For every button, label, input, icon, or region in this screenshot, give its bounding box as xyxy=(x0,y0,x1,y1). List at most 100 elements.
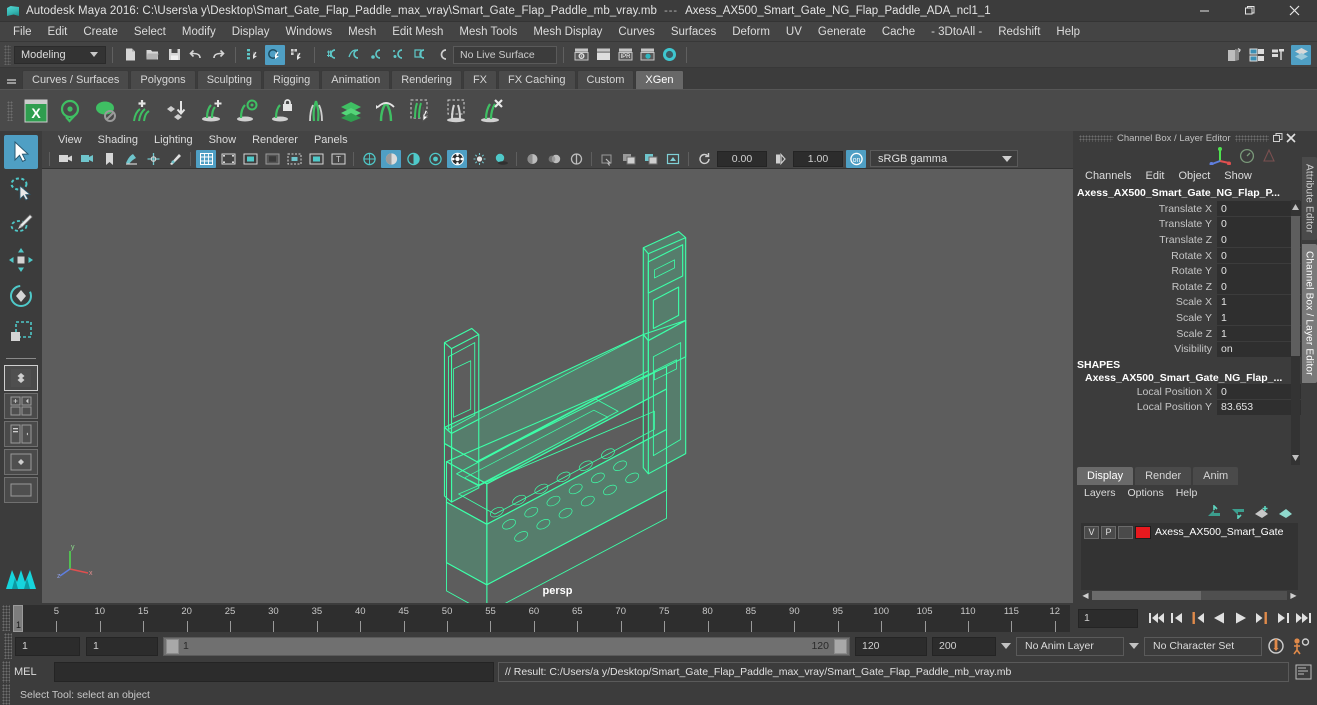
select-by-component-button[interactable] xyxy=(287,45,307,65)
xgen-preview-icon[interactable] xyxy=(54,94,87,127)
open-scene-button[interactable] xyxy=(142,45,162,65)
help-line-grip[interactable] xyxy=(2,684,10,705)
channel-value-field[interactable]: 0 xyxy=(1217,201,1301,217)
layer-name[interactable]: Axess_AX500_Smart_Gate xyxy=(1155,526,1283,538)
layer-menu-help[interactable]: Help xyxy=(1170,485,1204,502)
range-handle-left[interactable] xyxy=(166,638,179,654)
channel-value-field[interactable]: 0 xyxy=(1217,216,1301,232)
layer-list-horizontal-scrollbar[interactable]: ◀ ▶ xyxy=(1081,590,1298,601)
layer-type-toggle[interactable] xyxy=(1118,525,1133,539)
close-panel-button[interactable] xyxy=(1286,132,1297,144)
layout-persp-outliner-button[interactable] xyxy=(4,421,38,447)
menu-edit-mesh[interactable]: Edit Mesh xyxy=(384,22,451,42)
safe-action-icon[interactable] xyxy=(306,150,326,168)
dock-tab-attribute-editor[interactable]: Attribute Editor xyxy=(1301,157,1317,241)
viewport-menu-view[interactable]: View xyxy=(50,131,90,149)
shelf-tab-rigging[interactable]: Rigging xyxy=(262,70,321,89)
channel-box-scrollbar[interactable] xyxy=(1291,200,1300,465)
range-start-time-field[interactable]: 1 xyxy=(86,636,158,656)
range-slider-grip[interactable] xyxy=(4,633,12,659)
play-backwards-button[interactable] xyxy=(1210,608,1229,628)
animation-start-time-field[interactable]: 1 xyxy=(15,636,80,656)
menu-select[interactable]: Select xyxy=(126,22,174,42)
hypershade-button[interactable] xyxy=(659,45,679,65)
live-surface-field[interactable]: No Live Surface xyxy=(453,45,557,64)
play-forwards-button[interactable] xyxy=(1231,608,1250,628)
move-layer-down-icon[interactable] xyxy=(1227,504,1247,520)
viewport-menu-renderer[interactable]: Renderer xyxy=(244,131,306,149)
menu-mesh-display[interactable]: Mesh Display xyxy=(525,22,610,42)
step-back-keyframe-button[interactable] xyxy=(1168,608,1187,628)
step-back-frame-button[interactable] xyxy=(1189,608,1208,628)
lasso-select-tool-button[interactable] xyxy=(4,171,38,205)
viewport-snapshot-icon[interactable] xyxy=(663,150,683,168)
speed-gauge-icon[interactable] xyxy=(1239,148,1255,164)
shelf-tab-xgen[interactable]: XGen xyxy=(635,70,684,89)
command-input-field[interactable] xyxy=(54,662,494,682)
image-plane-icon[interactable] xyxy=(121,150,141,168)
channel-box-menu-channels[interactable]: Channels xyxy=(1078,167,1138,186)
channel-value-field[interactable]: 0 xyxy=(1217,232,1301,248)
time-slider-grip[interactable] xyxy=(2,605,10,631)
scroll-up-arrow-icon[interactable] xyxy=(1291,200,1300,214)
select-primitives-icon[interactable] xyxy=(404,94,437,127)
xray-active-components-icon[interactable] xyxy=(641,150,661,168)
go-to-start-button[interactable] xyxy=(1147,608,1166,628)
multisample-icon[interactable] xyxy=(566,150,586,168)
channel-value-field[interactable]: 1 xyxy=(1217,326,1301,342)
render-current-frame-button[interactable] xyxy=(593,45,613,65)
new-scene-button[interactable] xyxy=(120,45,140,65)
gamma-reset-icon[interactable] xyxy=(770,150,790,168)
script-editor-button[interactable] xyxy=(1291,662,1315,682)
scroll-left-arrow-icon[interactable]: ◀ xyxy=(1081,591,1090,600)
range-end-time-field[interactable]: 120 xyxy=(855,636,927,656)
xgen-disable-preview-icon[interactable] xyxy=(89,94,122,127)
panel-grip-icon-right[interactable] xyxy=(1234,134,1269,142)
menu-display[interactable]: Display xyxy=(224,22,278,42)
layer-tab-display[interactable]: Display xyxy=(1077,466,1134,485)
animation-preferences-button[interactable] xyxy=(1290,636,1312,656)
layer-visibility-toggle[interactable]: V xyxy=(1084,525,1099,539)
status-line-grip[interactable] xyxy=(4,44,11,65)
scroll-right-arrow-icon[interactable]: ▶ xyxy=(1289,591,1298,600)
attribute-editor-toggle-button[interactable] xyxy=(1247,45,1267,65)
shadows-icon[interactable] xyxy=(491,150,511,168)
layout-four-view-button[interactable] xyxy=(4,393,38,419)
grease-pencil-icon[interactable] xyxy=(165,150,185,168)
import-description-icon[interactable] xyxy=(159,94,192,127)
menu-windows[interactable]: Windows xyxy=(277,22,340,42)
new-layer-icon[interactable] xyxy=(1251,504,1271,520)
select-tool-button[interactable] xyxy=(4,135,38,169)
tool-settings-toggle-button[interactable] xyxy=(1269,45,1289,65)
range-slider-bar[interactable]: 1 120 xyxy=(163,636,850,656)
select-camera-icon[interactable] xyxy=(55,150,75,168)
title-safe-icon[interactable]: T xyxy=(328,150,348,168)
groom-layers-icon[interactable] xyxy=(334,94,367,127)
snap-to-curve-button[interactable] xyxy=(344,45,364,65)
shelf-grip-icon[interactable] xyxy=(2,91,18,131)
menu-curves[interactable]: Curves xyxy=(610,22,662,42)
dock-tab-channel-box[interactable]: Channel Box / Layer Editor xyxy=(1301,244,1317,384)
character-set-selector[interactable]: No Character Set xyxy=(1144,636,1262,656)
time-slider-track[interactable]: 1 5 10 15 20 25 30 35 40 45 50 55 60 65 70 75 80 85 90 95 1… xyxy=(13,604,1070,632)
film-gate-icon[interactable] xyxy=(218,150,238,168)
guide-visibility-icon[interactable] xyxy=(229,94,262,127)
shelf-tab-custom[interactable]: Custom xyxy=(576,70,635,89)
channel-value-field[interactable]: 0 xyxy=(1217,248,1301,264)
make-live-button[interactable] xyxy=(432,45,452,65)
chevron-down-icon[interactable] xyxy=(1001,643,1011,649)
redo-button[interactable] xyxy=(208,45,228,65)
menu-uv[interactable]: UV xyxy=(778,22,810,42)
film-origin-icon[interactable] xyxy=(284,150,304,168)
camera-attributes-icon[interactable] xyxy=(77,150,97,168)
snap-to-grid-button[interactable] xyxy=(322,45,342,65)
menu-mesh[interactable]: Mesh xyxy=(340,22,384,42)
channel-value-field[interactable]: on xyxy=(1217,341,1301,357)
step-forward-keyframe-button[interactable] xyxy=(1273,608,1292,628)
channel-box-menu-edit[interactable]: Edit xyxy=(1138,167,1171,186)
viewport-menu-shading[interactable]: Shading xyxy=(90,131,146,149)
snap-to-point-button[interactable] xyxy=(366,45,386,65)
shade-x-ray-icon[interactable] xyxy=(403,150,423,168)
menu-modify[interactable]: Modify xyxy=(174,22,224,42)
menu-surfaces[interactable]: Surfaces xyxy=(663,22,724,42)
